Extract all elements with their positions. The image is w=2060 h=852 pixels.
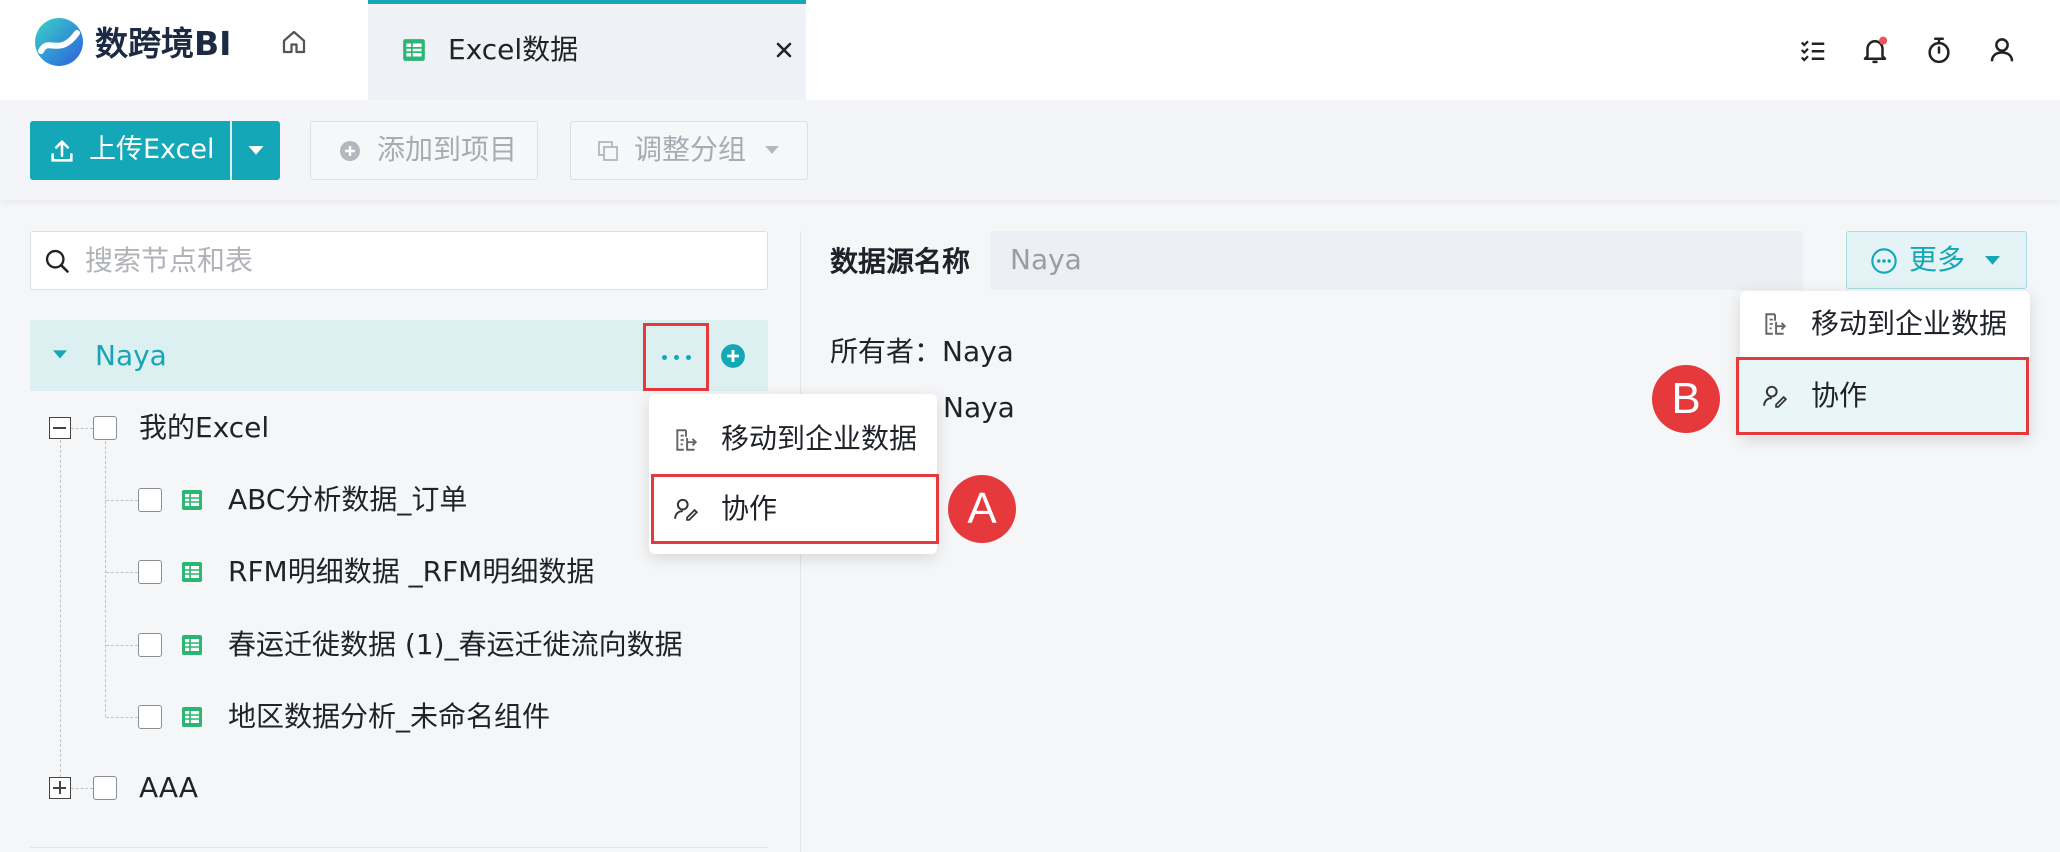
- tree-node-root[interactable]: Naya: [30, 320, 768, 391]
- upload-dropdown-chevron-down-icon[interactable]: [248, 146, 264, 156]
- more-icon: [686, 355, 691, 360]
- tree-leaf[interactable]: 春运迁徙数据 (1)_春运迁徙流向数据: [30, 615, 768, 675]
- user-icon[interactable]: [1987, 35, 2017, 65]
- upload-excel-button[interactable]: 上传Excel: [30, 121, 280, 180]
- tree-folder[interactable]: AAA: [30, 758, 768, 818]
- add-to-project-label: 添加到项目: [377, 133, 518, 166]
- add-node-plus-icon[interactable]: [720, 343, 746, 369]
- owner-row: 所有者： Naya: [830, 332, 1330, 372]
- stopwatch-icon[interactable]: [1924, 35, 1954, 65]
- checkbox[interactable]: [138, 633, 162, 657]
- chevron-down-icon: [1985, 256, 2000, 266]
- node-more-button[interactable]: [643, 323, 709, 391]
- upload-icon: [48, 137, 76, 165]
- excel-icon: [180, 488, 204, 512]
- home-icon[interactable]: [279, 27, 309, 57]
- adjust-group-button[interactable]: 调整分组: [570, 121, 808, 180]
- upload-excel-label: 上传Excel: [89, 134, 215, 165]
- checkbox[interactable]: [93, 416, 117, 440]
- menu-item-move-to-enterprise[interactable]: 移动到企业数据: [1740, 291, 2030, 357]
- expand-plus-icon[interactable]: [49, 777, 71, 799]
- move-to-enterprise-icon: [673, 427, 699, 453]
- more-icon: [662, 355, 667, 360]
- owner-label: 所有者：: [830, 335, 943, 368]
- excel-icon: [401, 37, 427, 63]
- tree-leaf[interactable]: 地区数据分析_未命名组件: [30, 687, 768, 747]
- more-icon: [674, 355, 679, 360]
- tree-folder-label: AAA: [139, 771, 199, 804]
- excel-icon: [180, 705, 204, 729]
- detail-second-value: Naya: [943, 391, 1015, 424]
- search-input[interactable]: [85, 232, 745, 289]
- tree-leaf-label: 地区数据分析_未命名组件: [228, 700, 551, 733]
- logo[interactable]: 数跨境BI: [33, 16, 233, 76]
- excel-icon: [180, 560, 204, 584]
- menu-item-label: 移动到企业数据: [721, 422, 918, 455]
- datasource-name-label: 数据源名称: [830, 245, 971, 278]
- button-divider: [230, 121, 232, 180]
- panel-bottom-divider: [30, 847, 768, 848]
- checklist-icon[interactable]: [1798, 35, 1828, 65]
- search-field[interactable]: [30, 231, 768, 290]
- move-to-enterprise-icon: [1762, 311, 1788, 337]
- search-icon: [43, 247, 71, 275]
- close-icon[interactable]: [774, 40, 794, 60]
- tree-leaf-label: 春运迁徙数据 (1)_春运迁徙流向数据: [228, 628, 683, 661]
- ellipsis-circle-icon: [1870, 247, 1898, 275]
- tab-label: Excel数据: [448, 33, 579, 66]
- owner-value: Naya: [942, 335, 1014, 368]
- toolbar: 上传Excel 添加到项目 调整分组: [0, 100, 2060, 200]
- logo-icon: [33, 16, 85, 68]
- checkbox[interactable]: [138, 488, 162, 512]
- logo-text: 数跨境BI: [95, 24, 232, 63]
- datasource-name-field[interactable]: Naya: [990, 231, 1803, 290]
- caret-down-icon[interactable]: [53, 350, 67, 360]
- menu-item-label: 移动到企业数据: [1811, 307, 2008, 340]
- chevron-down-icon: [765, 146, 779, 155]
- datasource-name-value: Naya: [1010, 243, 1082, 276]
- menu-item-move-to-enterprise[interactable]: 移动到企业数据: [649, 404, 937, 474]
- tab-excel-data[interactable]: Excel数据: [368, 0, 806, 100]
- bell-icon[interactable]: [1860, 35, 1890, 65]
- group-icon: [596, 139, 620, 163]
- annotation-badge-a: A: [948, 475, 1016, 543]
- checkbox[interactable]: [93, 776, 117, 800]
- annotation-badge-b: B: [1652, 365, 1720, 433]
- tree-folder-label: 我的Excel: [139, 411, 270, 444]
- collapse-minus-icon[interactable]: [49, 417, 71, 439]
- checkbox[interactable]: [138, 560, 162, 584]
- excel-icon: [180, 633, 204, 657]
- more-button-label: 更多: [1909, 243, 1966, 276]
- annotation-highlight-a: [651, 474, 939, 544]
- tree-leaf-label: ABC分析数据_订单: [228, 483, 468, 516]
- tree-node-label: Naya: [95, 339, 167, 372]
- add-to-project-button[interactable]: 添加到项目: [310, 121, 538, 180]
- checkbox[interactable]: [138, 705, 162, 729]
- tree-leaf-label: RFM明细数据 _RFM明细数据: [228, 555, 595, 588]
- adjust-group-label: 调整分组: [634, 133, 747, 166]
- annotation-highlight-b: [1736, 357, 2029, 435]
- plus-circle-icon: [338, 139, 362, 163]
- more-button[interactable]: 更多: [1846, 231, 2027, 289]
- top-bar: 数跨境BI Excel数据: [0, 0, 2060, 100]
